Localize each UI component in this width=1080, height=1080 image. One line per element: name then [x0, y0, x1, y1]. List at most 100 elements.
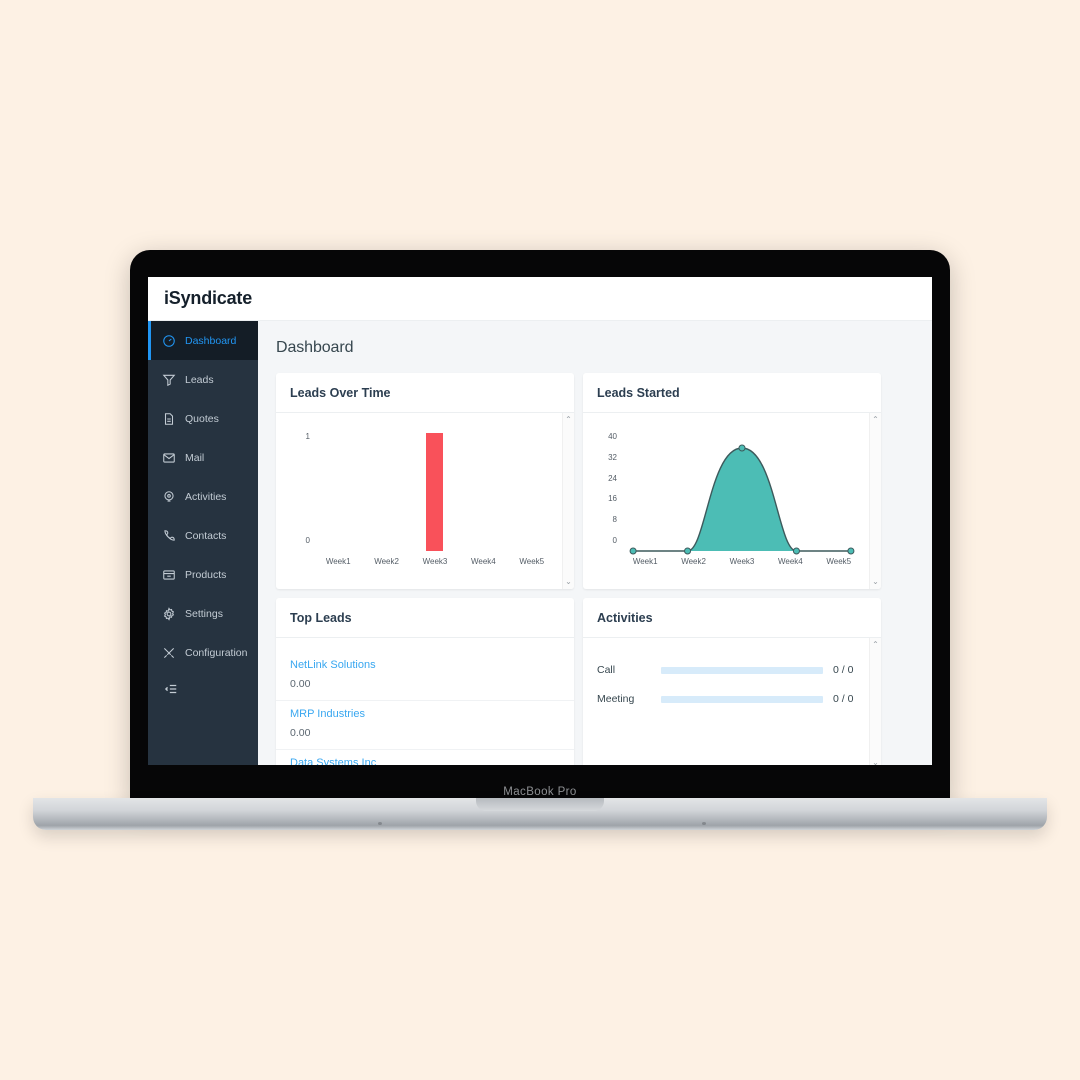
lead-name-link[interactable]: MRP Industries: [290, 708, 560, 720]
bar-chart-leads-over-time: 1 0 Week1 Week2 Week3 Week4 Week5: [276, 423, 574, 589]
x-tick: Week4: [777, 557, 803, 566]
sidebar-item-products[interactable]: Products: [148, 555, 258, 594]
app-title: iSyndicate: [164, 288, 253, 308]
sidebar-item-activities[interactable]: Activities: [148, 477, 258, 516]
activities-rows: Call 0 / 0 Meeting 0 / 0: [583, 648, 881, 705]
tools-cross-icon: [161, 645, 176, 660]
sidebar-item-contacts[interactable]: Contacts: [148, 516, 258, 555]
sidebar-item-mail[interactable]: Mail: [148, 438, 258, 477]
lead-amount: 0.00: [290, 678, 311, 690]
laptop-base: [33, 798, 1047, 830]
bar-slot[interactable]: [413, 433, 457, 551]
scroll-down-icon[interactable]: ⌄: [872, 759, 879, 766]
app-window: iSyndicate Dashboard Leads Quotes Mail A…: [148, 277, 932, 765]
scroll-up-icon[interactable]: ⌃: [872, 641, 879, 649]
area-series[interactable]: [621, 433, 863, 555]
list-item[interactable]: NetLink Solutions 0.00: [276, 652, 574, 701]
sidebar-item-label: Configuration: [185, 646, 248, 659]
app-topbar: iSyndicate: [148, 277, 932, 321]
x-tick: Week1: [632, 557, 658, 566]
y-tick: 16: [608, 494, 617, 504]
card-scrollbar[interactable]: ⌃ ⌄: [869, 413, 881, 589]
sidebar-collapse-button[interactable]: [148, 672, 258, 706]
list-item[interactable]: MRP Industries 0.00: [276, 701, 574, 750]
sidebar-item-configuration[interactable]: Configuration: [148, 633, 258, 672]
y-axis-ticks: 40 32 24 16 8 0: [591, 433, 617, 545]
y-tick: 0: [305, 536, 310, 545]
card-top-leads: Top Leads NetLink Solutions 0.00 MRP Ind…: [276, 598, 574, 765]
laptop-lid: iSyndicate Dashboard Leads Quotes Mail A…: [130, 250, 950, 805]
sidebar-item-label: Leads: [185, 373, 214, 386]
card-activities: Activities Call 0 / 0 Meeting 0 / 0 ⌃ ⌄: [583, 598, 881, 765]
scroll-up-icon[interactable]: ⌃: [565, 416, 572, 424]
activity-row[interactable]: Meeting 0 / 0: [597, 693, 867, 705]
top-leads-list: NetLink Solutions 0.00 MRP Industries 0.…: [276, 648, 574, 765]
x-tick: Week3: [729, 557, 755, 566]
sidebar-item-settings[interactable]: Settings: [148, 594, 258, 633]
sidebar: Dashboard Leads Quotes Mail Activities C…: [148, 321, 258, 765]
x-tick: Week5: [826, 557, 852, 566]
sidebar-item-label: Settings: [185, 607, 223, 620]
card-scrollbar[interactable]: ⌃ ⌄: [562, 413, 574, 589]
x-axis-ticks: Week1 Week2 Week3 Week4 Week5: [621, 557, 863, 566]
lead-amount: 0.00: [290, 727, 311, 739]
x-tick: Week2: [374, 557, 399, 566]
scroll-up-icon[interactable]: ⌃: [872, 416, 879, 424]
card-leads-started: Leads Started 40 32 24 16 8 0 Week1 Week…: [583, 373, 881, 589]
card-leads-over-time: Leads Over Time 1 0 Week1 Week2 Week3 We…: [276, 373, 574, 589]
bar-slot[interactable]: [316, 433, 360, 551]
x-tick: Week4: [470, 557, 496, 566]
activity-count: 0 / 0: [833, 664, 854, 676]
lead-name-link[interactable]: Data Systems Inc: [290, 757, 560, 765]
plot-area: [314, 433, 556, 551]
bar-slot[interactable]: [365, 433, 409, 551]
document-icon: [161, 411, 176, 426]
collapse-menu-icon: [163, 682, 178, 697]
y-tick: 0: [612, 535, 617, 545]
dashboard-grid: Leads Over Time 1 0 Week1 Week2 Week3 We…: [258, 373, 932, 765]
gear-icon: [161, 606, 176, 621]
x-tick: Week2: [681, 557, 706, 566]
card-body: Call 0 / 0 Meeting 0 / 0 ⌃ ⌄: [583, 638, 881, 765]
bar-slot[interactable]: [510, 433, 554, 551]
sidebar-item-quotes[interactable]: Quotes: [148, 399, 258, 438]
x-axis-ticks: Week1 Week2 Week3 Week4 Week5: [314, 557, 556, 566]
laptop-mockup: iSyndicate Dashboard Leads Quotes Mail A…: [0, 0, 1080, 1080]
funnel-icon: [161, 372, 176, 387]
sidebar-item-dashboard[interactable]: Dashboard: [148, 321, 258, 360]
sidebar-item-label: Quotes: [185, 412, 219, 425]
sidebar-item-leads[interactable]: Leads: [148, 360, 258, 399]
bar-series: [314, 433, 556, 551]
list-item[interactable]: Data Systems Inc 0.00: [276, 750, 574, 765]
activity-row[interactable]: Call 0 / 0: [597, 664, 867, 676]
lead-name-link[interactable]: NetLink Solutions: [290, 659, 560, 671]
box-icon: [161, 567, 176, 582]
sidebar-item-label: Contacts: [185, 529, 227, 542]
area-chart-leads-started: 40 32 24 16 8 0 Week1 Week2 Week3 Week4 …: [583, 423, 881, 589]
laptop-screen: iSyndicate Dashboard Leads Quotes Mail A…: [148, 277, 932, 765]
card-body: 40 32 24 16 8 0 Week1 Week2 Week3 Week4 …: [583, 413, 881, 589]
y-tick: 32: [608, 452, 617, 462]
card-body: 1 0 Week1 Week2 Week3 Week4 Week5 ⌃ ⌄: [276, 413, 574, 589]
x-tick: Week5: [519, 557, 545, 566]
card-body: NetLink Solutions 0.00 MRP Industries 0.…: [276, 638, 574, 765]
card-scrollbar[interactable]: ⌃ ⌄: [869, 638, 881, 765]
main-content: Dashboard Leads Over Time 1 0 Week1 Week…: [258, 321, 932, 765]
sidebar-item-label: Products: [185, 568, 227, 581]
bar-slot[interactable]: [462, 433, 506, 551]
sidebar-item-label: Mail: [185, 451, 205, 464]
card-title: Top Leads: [276, 598, 574, 638]
device-brand-label: MacBook Pro: [503, 786, 577, 798]
app-body: Dashboard Leads Quotes Mail Activities C…: [148, 321, 932, 765]
sidebar-item-label: Activities: [185, 490, 227, 503]
scroll-down-icon[interactable]: ⌄: [565, 578, 572, 586]
x-tick: Week1: [325, 557, 351, 566]
y-axis-ticks: 1 0: [284, 433, 310, 545]
sidebar-item-label: Dashboard: [185, 334, 237, 347]
laptop-foot-dot: [377, 822, 382, 825]
lightbulb-pin-icon: [161, 489, 176, 504]
scroll-down-icon[interactable]: ⌄: [872, 578, 879, 586]
activity-count: 0 / 0: [833, 693, 854, 705]
plot-area: [621, 433, 863, 555]
y-tick: 8: [612, 515, 617, 525]
